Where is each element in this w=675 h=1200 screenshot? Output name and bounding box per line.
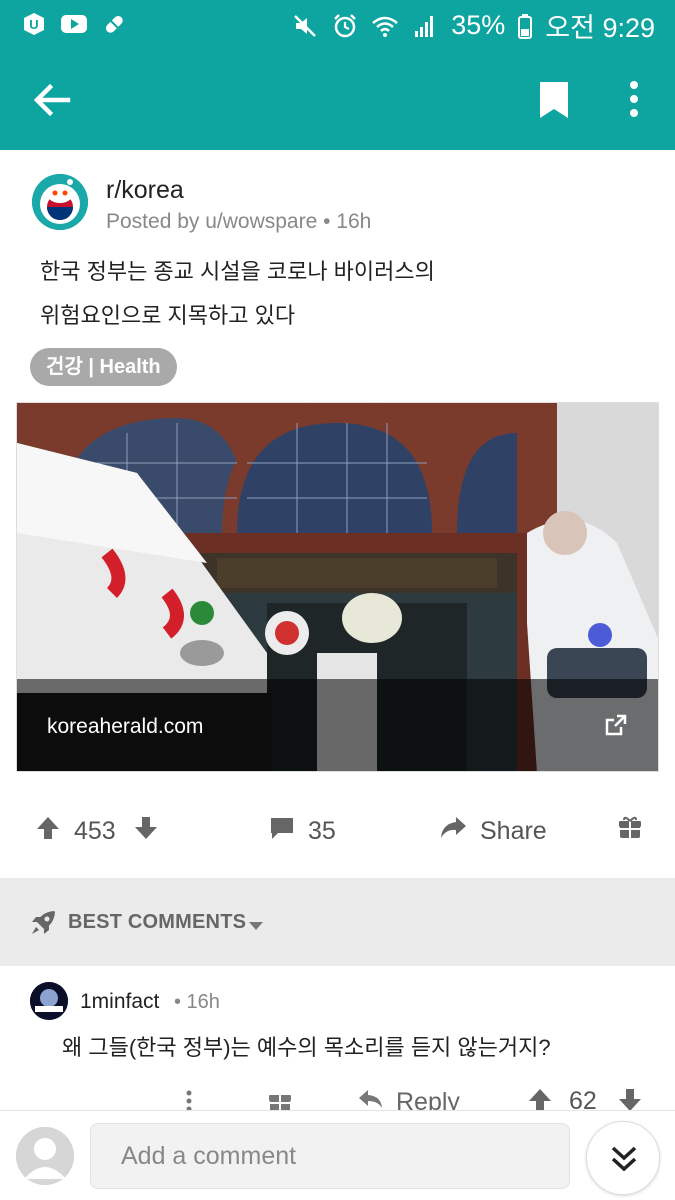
post-title-line-2: 위험요인으로 지목하고 있다 [40,303,296,328]
app-icon: U [20,10,48,38]
wifi-icon [371,12,399,40]
comment-input[interactable] [90,1123,570,1189]
downvote-icon[interactable] [132,814,160,849]
user-avatar[interactable] [16,1127,74,1185]
svg-text:U: U [29,17,38,32]
post-title: 한국 정부는 종교 시설을 코로나 바이러스의 위험요인으로 지목하고 있다 [40,250,600,338]
app-bar [0,48,675,150]
comment-item: 1minfact • 16h 왜 그들(한국 정부)는 예수의 목소리를 듣지 … [0,966,675,1116]
comment-age: • 16h [174,991,220,1013]
vote-group: 453 [34,814,160,849]
comment-sort-bar[interactable]: BEST COMMENTS [0,878,675,966]
upvote-icon[interactable] [34,814,62,849]
upvote-count: 453 [74,817,116,845]
comment-icon [268,814,296,849]
back-arrow-icon[interactable] [28,76,76,124]
signal-icon [411,12,439,40]
alarm-icon [331,12,359,40]
post-flair: 건강 | Health [30,348,177,386]
link-domain: koreaherald.com [47,715,204,738]
status-bar: U 35% 오전 9:29 [0,0,675,48]
more-vertical-icon[interactable] [614,74,654,124]
bookmark-icon[interactable] [534,76,574,124]
comments-button[interactable]: 35 [268,814,336,849]
battery-percent: 35% [451,10,506,40]
jump-to-next-button[interactable] [586,1121,660,1195]
post-title-line-1: 한국 정부는 종교 시설을 코로나 바이러스의 [40,259,435,284]
share-label: Share [480,817,547,845]
gift-icon [618,814,642,847]
sort-label: BEST COMMENTS [68,911,247,933]
rocket-icon [30,908,58,941]
dropdown-caret-icon [248,918,264,936]
comment-text: 왜 그들(한국 정부)는 예수의 목소리를 듣지 않는거지? [62,1035,551,1060]
subreddit-avatar[interactable] [32,174,88,230]
link-preview-card[interactable]: koreaherald.com [16,402,659,772]
comment-count: 35 [308,817,336,845]
youtube-icon [60,10,88,38]
comment-author[interactable]: 1minfact [80,990,159,1014]
battery-icon [517,12,533,40]
commenter-avatar[interactable] [30,982,68,1020]
post-action-bar: 453 35 Share [0,790,675,876]
pill-icon [100,10,128,38]
share-button[interactable]: Share [438,814,547,849]
share-icon [438,814,468,849]
external-link-icon [604,713,628,737]
double-chevron-down-icon [609,1144,639,1179]
clock: 오전 9:29 [545,13,655,43]
subreddit-name[interactable]: r/korea [106,176,184,205]
comment-composer-bar [0,1110,675,1200]
award-button[interactable] [618,814,642,847]
mute-icon [291,12,319,40]
post-meta: Posted by u/wowspare • 16h [106,210,372,233]
